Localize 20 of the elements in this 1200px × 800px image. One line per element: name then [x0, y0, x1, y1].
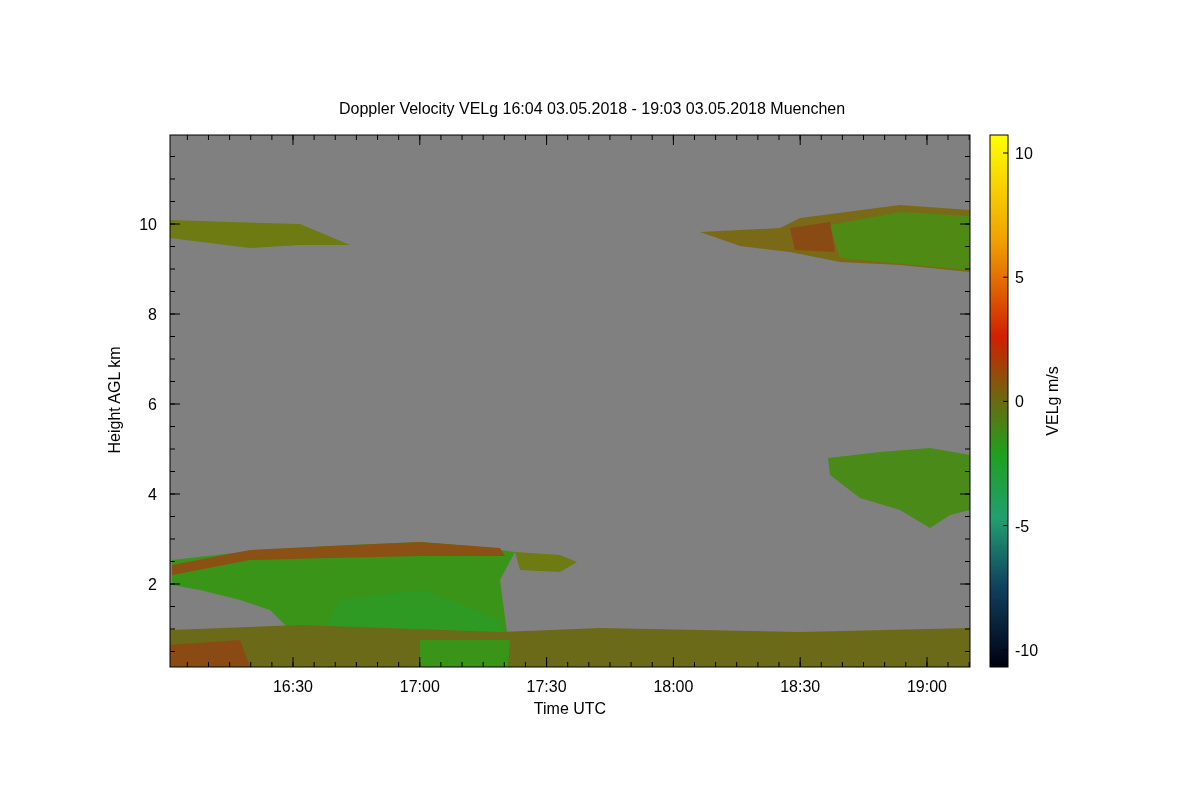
x-tick-label: 18:00	[653, 678, 694, 695]
colorbar-tick-label: 10	[1015, 145, 1033, 162]
x-axis-label: Time UTC	[533, 700, 607, 717]
x-tick-label: 17:00	[399, 678, 440, 695]
y-axis-label: Height AGL km	[106, 346, 123, 454]
chart-title: Doppler Velocity VELg 16:04 03.05.2018 - 19:03 03.05.2018 Muenchen	[338, 100, 846, 117]
x-tick-label: 18:30	[780, 678, 821, 695]
colorbar-tick-label: -10	[1015, 641, 1039, 659]
colorbar-tick-label: -5	[1015, 517, 1030, 535]
colorbar-label: VELg m/s	[1044, 366, 1061, 436]
x-tick-label: 19:00	[907, 678, 947, 695]
y-tick-label: 6	[148, 396, 157, 413]
x-tick-label: 16:30	[273, 678, 313, 695]
y-tick-label: 4	[148, 486, 157, 503]
y-tick-label: 10	[139, 216, 157, 233]
y-tick-label: 8	[148, 306, 157, 323]
colorbar-tick-label: 5	[1015, 269, 1024, 287]
colorbar-tick-label: 0	[1015, 393, 1024, 411]
x-tick-label: 17:30	[526, 678, 567, 695]
y-tick-label: 2	[148, 576, 157, 593]
